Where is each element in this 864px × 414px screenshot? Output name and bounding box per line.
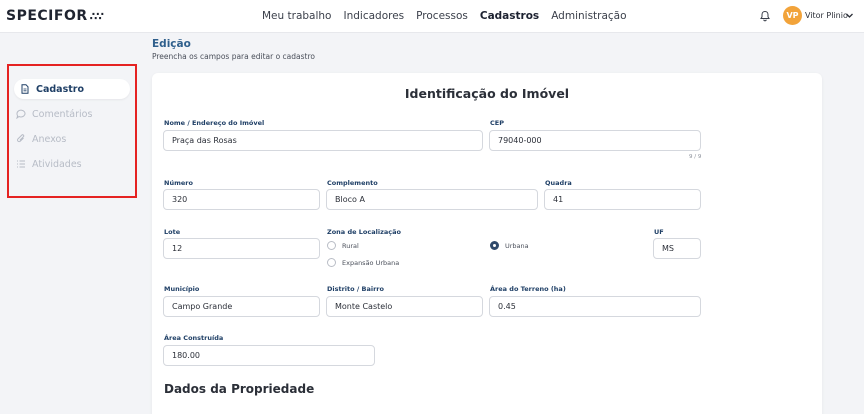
user-avatar[interactable]: VP [783, 6, 802, 25]
top-navbar: SPECIFOR ∴∵ Meu trabalho Indicadores Proc… [0, 0, 864, 33]
lote-label: Lote [164, 228, 181, 236]
complemento-label: Complemento [327, 179, 378, 187]
page-subtitle: Preencha os campos para editar o cadastr… [152, 52, 315, 61]
lote-input[interactable] [163, 238, 320, 259]
nav-cadastros[interactable]: Cadastros [480, 10, 539, 22]
distrito-input[interactable] [326, 296, 483, 317]
area-terreno-label: Área do Terreno (ha) [490, 285, 566, 293]
uf-label: UF [654, 228, 664, 236]
radio-circle [327, 241, 336, 250]
radio-circle [327, 258, 336, 267]
comment-icon [16, 109, 26, 119]
page-header: Edição Preencha os campos para editar o … [152, 38, 315, 61]
sidebar-item-cadastro[interactable]: Cadastro [14, 79, 130, 99]
bell-icon[interactable] [759, 10, 771, 22]
sidebar-item-anexos[interactable]: Anexos [16, 129, 66, 149]
section-title: Identificação do Imóvel [404, 86, 570, 101]
distrito-label: Distrito / Bairro [327, 285, 384, 293]
numero-input[interactable] [163, 189, 320, 210]
municipio-input[interactable] [163, 296, 320, 317]
area-construida-input[interactable] [163, 345, 375, 366]
nav-processos[interactable]: Processos [416, 10, 468, 22]
sidebar-item-atividades[interactable]: Atividades [16, 154, 82, 174]
chevron-down-icon[interactable] [845, 11, 854, 20]
area-construida-label: Área Construída [164, 334, 224, 342]
sidebar-item-comentarios[interactable]: Comentários [16, 104, 92, 124]
sidebar-item-label: Comentários [32, 108, 93, 120]
document-icon [21, 84, 29, 94]
main-nav: Meu trabalho Indicadores Processos Cadas… [262, 10, 639, 22]
radio-label: Urbana [505, 241, 529, 250]
sidebar-item-label: Cadastro [36, 83, 85, 95]
user-name[interactable]: Vitor Plinio [805, 11, 848, 20]
nav-meu-trabalho[interactable]: Meu trabalho [262, 10, 331, 22]
zona-radio-expansao-urbana[interactable]: Expansão Urbana [327, 258, 399, 267]
zona-radio-rural[interactable]: Rural [327, 241, 359, 250]
sidebar-item-label: Atividades [32, 158, 82, 170]
numero-label: Número [164, 179, 193, 187]
zona-label: Zona de Localização [327, 228, 401, 236]
radio-circle-selected [490, 241, 499, 250]
cep-char-counter: 9 / 9 [689, 154, 702, 160]
brand-name: SPECIFOR [6, 8, 88, 24]
cep-label: CEP [490, 119, 504, 127]
brand-logo[interactable]: SPECIFOR ∴∵ [6, 8, 104, 24]
nome-endereco-input[interactable] [163, 130, 483, 151]
cep-input[interactable] [489, 130, 701, 151]
uf-input[interactable] [653, 238, 701, 259]
zona-radio-urbana[interactable]: Urbana [490, 241, 529, 250]
complemento-input[interactable] [326, 189, 538, 210]
quadra-input[interactable] [544, 189, 701, 210]
municipio-label: Município [164, 285, 200, 293]
nome-endereco-label: Nome / Endereço do Imóvel [164, 119, 265, 127]
page-title: Edição [152, 38, 191, 50]
nav-indicadores[interactable]: Indicadores [343, 10, 404, 22]
sidebar-item-label: Anexos [32, 133, 67, 145]
radio-label: Rural [342, 241, 359, 250]
paperclip-icon [17, 134, 25, 143]
nav-administracao[interactable]: Administração [551, 10, 626, 22]
section-title-dados-propriedade: Dados da Propriedade [164, 382, 315, 396]
radio-label: Expansão Urbana [342, 258, 400, 267]
list-icon [17, 160, 25, 168]
brand-mark: ∴∵ [89, 10, 104, 23]
area-terreno-input[interactable] [489, 296, 701, 317]
quadra-label: Quadra [545, 179, 572, 187]
